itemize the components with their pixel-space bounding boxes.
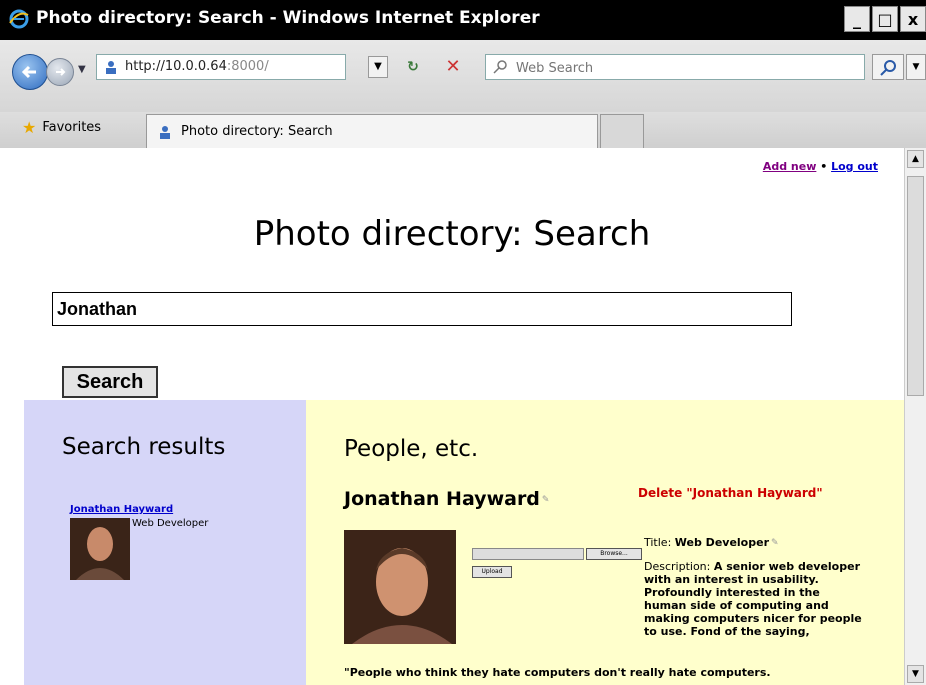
page-icon	[106, 61, 116, 74]
history-dropdown-icon[interactable]: ▼	[78, 64, 86, 75]
tab-photo-directory[interactable]: Photo directory: Search	[146, 114, 598, 148]
page-icon	[160, 125, 170, 139]
people-heading: People, etc.	[344, 436, 479, 462]
title-bar: Photo directory: Search - Windows Intern…	[0, 0, 926, 40]
web-search-input[interactable]	[514, 57, 858, 79]
edit-icon[interactable]: ✎	[771, 538, 779, 548]
forward-button[interactable]	[46, 58, 74, 86]
new-tab-button[interactable]	[600, 114, 644, 148]
favorites-label: Favorites	[42, 120, 102, 135]
star-icon: ★	[22, 118, 37, 137]
search-icon	[493, 60, 507, 74]
search-results-heading: Search results	[62, 434, 226, 460]
navigation-bar: ▼ http://10.0.0.64:8000/ ▼ ↻ ✕ ▼	[0, 40, 926, 112]
forward-arrow-icon	[56, 68, 66, 76]
person-description: Description: A senior web developer with…	[644, 560, 862, 638]
favorites-bar: ★ Favorites Photo directory: Search	[0, 112, 926, 149]
scroll-down-button[interactable]: ▼	[907, 665, 924, 683]
description-label: Description:	[644, 560, 711, 573]
stop-button[interactable]: ✕	[440, 56, 466, 78]
scroll-thumb[interactable]	[907, 176, 924, 396]
title-value: Web Developer	[674, 536, 769, 549]
back-arrow-icon	[21, 65, 36, 79]
people-panel: People, etc. Jonathan Hayward ✎ Delete "J…	[306, 400, 904, 685]
search-results-panel: Search results Jonathan Hayward Web Deve…	[24, 400, 306, 685]
upload-button[interactable]: Upload	[472, 566, 512, 578]
url-port: :8000/	[226, 59, 269, 74]
person-name-text: Jonathan Hayward	[344, 488, 540, 510]
result-name-link[interactable]: Jonathan Hayward	[70, 504, 173, 515]
url-host: http://10.0.0.64	[125, 59, 227, 74]
search-button[interactable]: Search	[62, 366, 158, 398]
result-thumbnail[interactable]	[70, 518, 130, 580]
person-portrait	[344, 530, 456, 644]
person-title: Title: Web Developer ✎	[644, 536, 779, 549]
person-name: Jonathan Hayward ✎	[344, 488, 549, 510]
delete-person-link[interactable]: Delete "Jonathan Hayward"	[638, 486, 823, 500]
title-label: Title:	[644, 536, 672, 549]
scroll-up-button[interactable]: ▲	[907, 150, 924, 168]
top-links: Add new • Log out	[763, 160, 878, 173]
link-separator: •	[820, 160, 828, 173]
person-quote: "People who think they hate computers do…	[344, 666, 771, 679]
search-options-dropdown[interactable]: ▼	[906, 54, 926, 80]
minimize-button[interactable]: _	[844, 6, 870, 32]
address-dropdown-button[interactable]: ▼	[368, 56, 388, 78]
address-bar[interactable]: http://10.0.0.64:8000/	[96, 54, 346, 80]
favorites-button[interactable]: ★ Favorites	[22, 118, 101, 137]
edit-icon[interactable]: ✎	[542, 495, 550, 505]
close-button[interactable]: x	[900, 6, 926, 32]
refresh-button[interactable]: ↻	[400, 56, 426, 78]
photo-file-field[interactable]	[472, 548, 584, 560]
back-button[interactable]	[12, 54, 48, 90]
result-job-title: Web Developer	[132, 518, 209, 529]
search-input[interactable]	[52, 292, 792, 326]
vertical-scrollbar[interactable]: ▲ ▼	[904, 148, 926, 685]
page-viewport: Add new • Log out Photo directory: Searc…	[0, 148, 904, 685]
web-search-box[interactable]	[485, 54, 865, 80]
maximize-button[interactable]: □	[872, 6, 898, 32]
window-title: Photo directory: Search - Windows Intern…	[36, 8, 540, 28]
add-new-link[interactable]: Add new	[763, 160, 817, 173]
browse-button[interactable]: Browse...	[586, 548, 642, 560]
page-title: Photo directory: Search	[253, 214, 651, 254]
search-go-button[interactable]	[872, 54, 904, 80]
search-icon	[880, 60, 896, 76]
internet-explorer-icon	[9, 9, 29, 29]
log-out-link[interactable]: Log out	[831, 160, 878, 173]
tab-label: Photo directory: Search	[181, 124, 333, 139]
